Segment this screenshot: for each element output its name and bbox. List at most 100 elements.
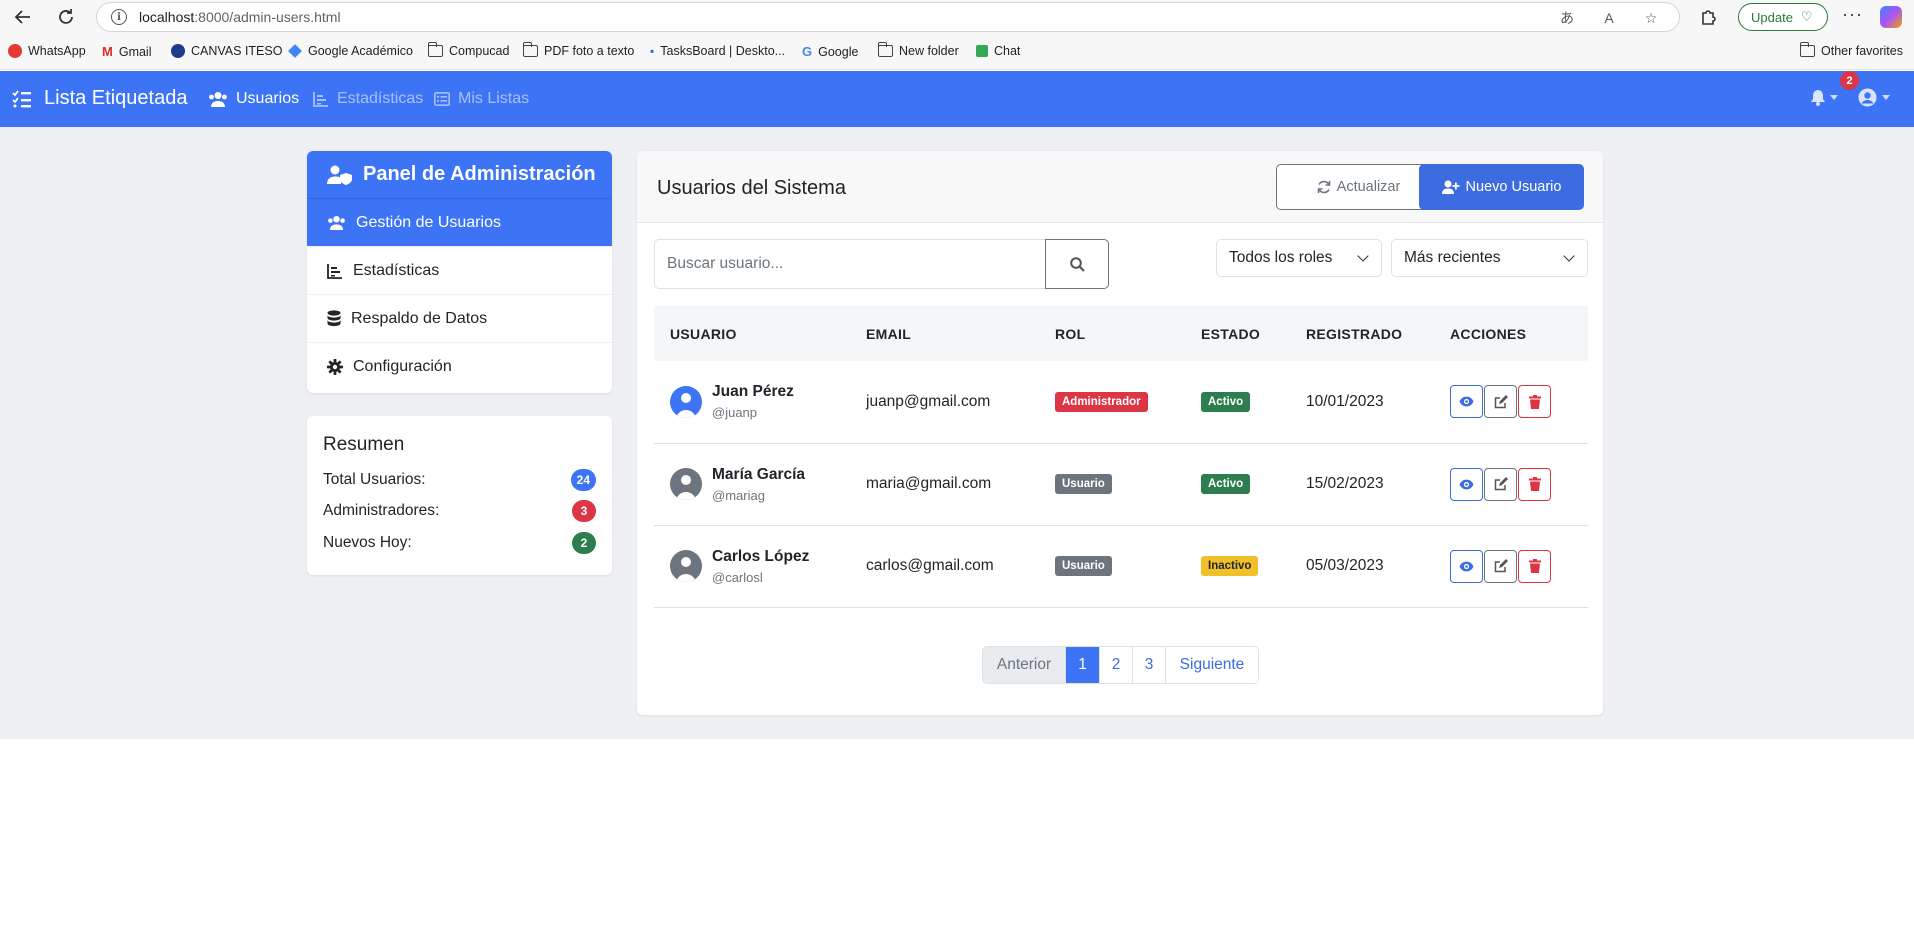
- pagination-page-1[interactable]: 1: [1066, 647, 1100, 683]
- update-button[interactable]: Update ♡: [1738, 3, 1828, 31]
- delete-button[interactable]: [1518, 467, 1551, 501]
- view-button[interactable]: [1450, 549, 1483, 583]
- panel-header: Usuarios del Sistema Actualizar Nuevo Us…: [637, 151, 1603, 223]
- refresh-label: Actualizar: [1336, 179, 1401, 195]
- bookmarks-bar: WhatsApp M Gmail CANVAS ITESO Google Aca…: [0, 34, 1914, 70]
- nav-usuarios[interactable]: Usuarios: [208, 90, 299, 108]
- refresh-button[interactable]: Actualizar: [1276, 164, 1441, 210]
- pagination-page-2[interactable]: 2: [1100, 647, 1133, 683]
- reload-icon[interactable]: [52, 3, 80, 31]
- chevron-down-icon: [1357, 250, 1369, 262]
- favorite-star-icon[interactable]: ☆: [1641, 8, 1661, 28]
- delete-button[interactable]: [1518, 385, 1551, 419]
- pagination-next[interactable]: Siguiente: [1166, 647, 1258, 683]
- bookmark-gmail[interactable]: M Gmail: [102, 44, 152, 59]
- user-name: María García: [712, 465, 806, 483]
- sidebar-item-respaldo[interactable]: Respaldo de Datos: [307, 295, 612, 343]
- table-row: Juan Pérez @juanp juanp@gmail.com Admini…: [654, 361, 1588, 443]
- sidebar-header: Panel de Administración: [307, 151, 612, 199]
- bookmark-google[interactable]: G Google: [802, 44, 858, 59]
- bookmark-compucad[interactable]: Compucad: [427, 42, 510, 58]
- status-cell: Activo: [1185, 361, 1290, 443]
- edit-button[interactable]: [1484, 549, 1517, 583]
- back-arrow-icon[interactable]: [9, 3, 37, 31]
- folder-icon: [1799, 42, 1815, 57]
- sync-icon: [1317, 180, 1331, 194]
- other-favorites[interactable]: Other favorites: [1799, 42, 1903, 58]
- search-input[interactable]: [654, 239, 1046, 289]
- translate-icon[interactable]: あ: [1557, 8, 1577, 28]
- notifications-dropdown[interactable]: [1810, 89, 1838, 106]
- edit-button[interactable]: [1484, 385, 1517, 419]
- summary-label: Administradores:: [323, 502, 440, 520]
- user-circle-icon: [1858, 88, 1877, 107]
- list-check-icon: [12, 89, 32, 108]
- bookmark-label: New folder: [899, 44, 959, 58]
- address-bar[interactable]: i localhost:8000/admin-users.html あ A ☆: [96, 2, 1680, 32]
- bookmark-canvas[interactable]: CANVAS ITESO: [171, 44, 282, 58]
- sidebar-item-gestion-usuarios[interactable]: Gestión de Usuarios: [307, 199, 612, 247]
- bookmark-label: Compucad: [449, 44, 510, 58]
- user-cell: Juan Pérez @juanp: [654, 361, 850, 443]
- column-header: REGISTRADO: [1306, 325, 1403, 342]
- total-users-badge: 24: [570, 468, 596, 491]
- column-header: USUARIO: [670, 325, 737, 342]
- bookmark-new-folder[interactable]: New folder: [877, 42, 959, 58]
- avatar: [670, 385, 702, 418]
- status-cell: Inactivo: [1185, 525, 1290, 607]
- sidebar-item-estadisticas[interactable]: Estadísticas: [307, 247, 612, 295]
- nav-link-label: Mis Listas: [458, 90, 530, 107]
- caret-down-icon: [1830, 95, 1838, 100]
- site-info-icon[interactable]: i: [111, 9, 127, 25]
- edit-icon: [1494, 559, 1508, 573]
- url-text[interactable]: localhost:8000/admin-users.html: [139, 9, 341, 25]
- copilot-icon[interactable]: [1880, 6, 1902, 28]
- brand[interactable]: Lista Etiquetada: [12, 87, 187, 110]
- extensions-icon[interactable]: [1697, 5, 1719, 27]
- trash-icon: [1528, 477, 1541, 491]
- role-badge: Usuario: [1055, 474, 1112, 494]
- bell-icon: [1810, 89, 1826, 106]
- column-header: ACCIONES: [1450, 325, 1527, 342]
- bookmark-pdf[interactable]: PDF foto a texto: [522, 42, 634, 58]
- new-user-button[interactable]: Nuevo Usuario: [1419, 164, 1584, 210]
- user-email: carlos@gmail.com: [866, 557, 994, 574]
- read-aloud-icon[interactable]: A: [1599, 8, 1619, 28]
- delete-button[interactable]: [1518, 549, 1551, 583]
- actions-cell: [1434, 443, 1588, 525]
- pagination-prev[interactable]: Anterior: [983, 647, 1066, 683]
- more-options-icon[interactable]: ···: [1842, 4, 1863, 25]
- role-filter-select[interactable]: Todos los roles: [1216, 239, 1382, 277]
- bookmark-chat[interactable]: Chat: [976, 44, 1020, 58]
- user-name: Juan Pérez: [712, 383, 794, 401]
- sidebar-item-configuracion[interactable]: Configuración: [307, 343, 612, 391]
- user-name: Carlos López: [712, 547, 810, 565]
- bookmark-google-academico[interactable]: Google Académico: [288, 44, 413, 58]
- nav-mis-listas[interactable]: Mis Listas: [434, 90, 529, 108]
- whatsapp-icon: [8, 44, 22, 58]
- trash-icon: [1528, 394, 1541, 409]
- role-badge: Usuario: [1055, 556, 1112, 576]
- bookmark-label: Google: [818, 44, 859, 59]
- view-button[interactable]: [1450, 385, 1483, 419]
- bookmark-whatsapp[interactable]: WhatsApp: [8, 44, 86, 58]
- chart-bar-icon: [313, 91, 329, 107]
- user-menu-dropdown[interactable]: [1858, 88, 1890, 107]
- view-button[interactable]: [1450, 467, 1483, 501]
- heartbeat-icon: ♡: [1800, 9, 1813, 24]
- bookmark-tasksboard[interactable]: ▪ TasksBoard | Deskto...: [650, 44, 785, 58]
- admin-sidebar: Panel de Administración Gestión de Usuar…: [307, 151, 612, 393]
- registered-date: 15/02/2023: [1306, 475, 1384, 492]
- sort-select[interactable]: Más recientes: [1391, 239, 1588, 277]
- app-navbar: Lista Etiquetada Usuarios Estadísticas M…: [0, 71, 1914, 127]
- role-cell: Administrador: [1039, 361, 1185, 443]
- nav-estadisticas[interactable]: Estadísticas: [313, 90, 423, 108]
- search-button[interactable]: [1045, 239, 1109, 289]
- edit-button[interactable]: [1484, 467, 1517, 501]
- bookmark-label: CANVAS ITESO: [191, 44, 283, 58]
- avatar: [670, 550, 702, 582]
- page-title: Usuarios del Sistema: [657, 177, 846, 199]
- pagination-page-3[interactable]: 3: [1133, 647, 1166, 683]
- chat-icon: [976, 45, 988, 57]
- actions-cell: [1434, 525, 1588, 607]
